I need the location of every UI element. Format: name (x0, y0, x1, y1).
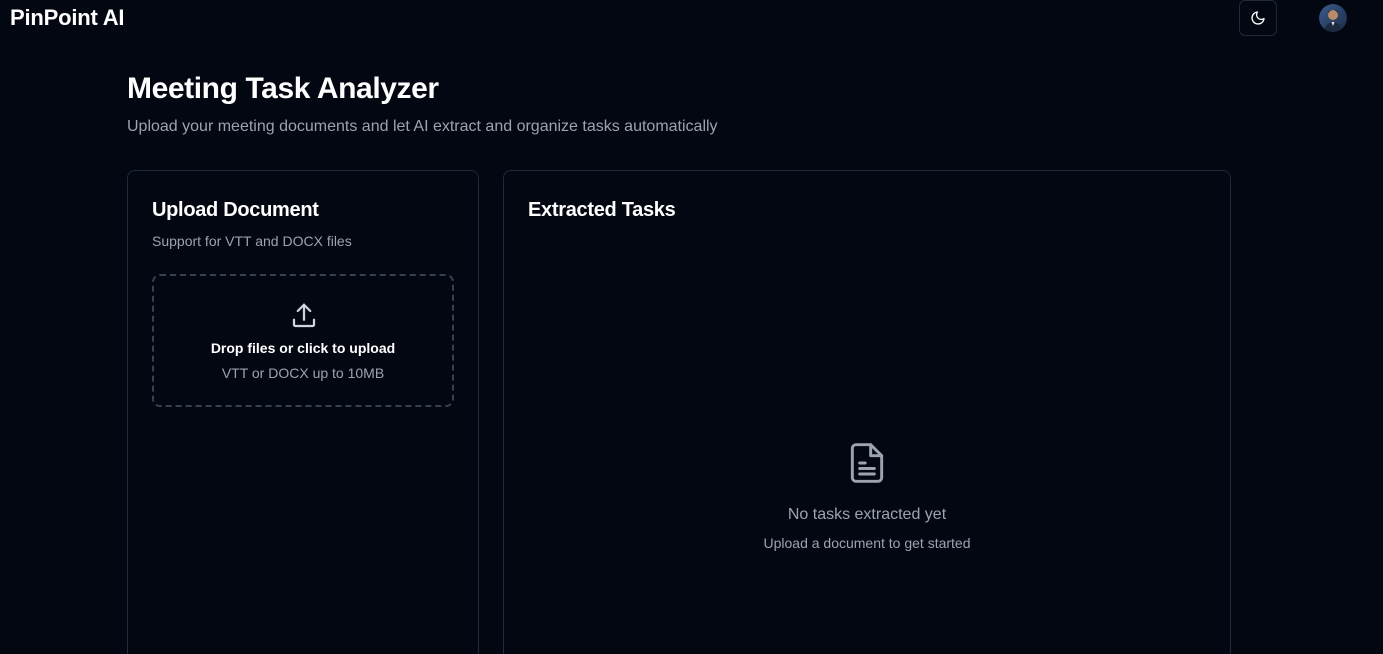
avatar-image (1319, 4, 1347, 32)
empty-state-subtitle: Upload a document to get started (763, 535, 971, 551)
page-subtitle: Upload your meeting documents and let AI… (127, 118, 718, 135)
empty-state: No tasks extracted yet Upload a document… (504, 439, 1230, 552)
upload-document-card: Upload Document Support for VTT and DOCX… (127, 170, 479, 654)
document-icon (850, 443, 884, 483)
upload-card-description: Support for VTT and DOCX files (152, 233, 352, 249)
page-title: Meeting Task Analyzer (127, 72, 439, 105)
theme-toggle-button[interactable] (1239, 0, 1277, 36)
extracted-tasks-card: Extracted Tasks No tasks extracted yet U… (503, 170, 1231, 654)
dropzone-sub-text: VTT or DOCX up to 10MB (221, 365, 385, 381)
empty-state-title: No tasks extracted yet (787, 506, 947, 523)
moon-icon (1251, 11, 1265, 25)
brand-logo[interactable]: PinPoint AI (10, 4, 125, 32)
file-dropzone[interactable]: Drop files or click to upload VTT or DOC… (152, 274, 454, 407)
upload-card-title: Upload Document (152, 199, 319, 221)
dropzone-main-text: Drop files or click to upload (210, 340, 396, 356)
user-avatar[interactable] (1319, 4, 1347, 32)
upload-icon (292, 303, 316, 328)
tasks-card-title: Extracted Tasks (528, 199, 676, 221)
app-root: PinPoint AI Meeting Task Analyzer Upload… (0, 0, 1383, 654)
